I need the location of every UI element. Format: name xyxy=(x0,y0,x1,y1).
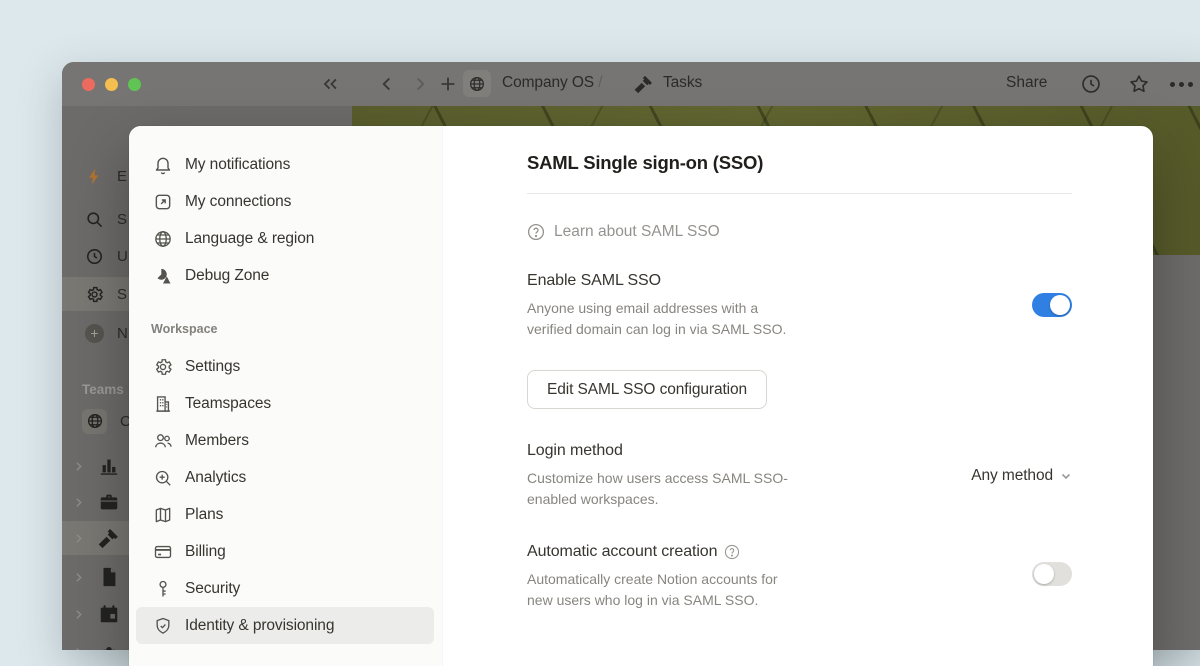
automatic-account-creation-heading: Automatic account creation xyxy=(527,541,799,562)
close-window-button[interactable] xyxy=(82,78,95,91)
share-button[interactable]: Share xyxy=(1006,74,1047,92)
credit-card-icon xyxy=(153,542,173,562)
nav-item-billing[interactable]: Billing xyxy=(136,533,434,570)
shield-check-icon xyxy=(153,616,173,636)
calendar-icon xyxy=(98,603,120,625)
settings-content: SAML Single sign-on (SSO) Learn about SA… xyxy=(443,126,1153,666)
window-topbar: Company OS / Tasks Share xyxy=(62,62,1200,106)
chevron-right-icon xyxy=(72,496,85,509)
shapes-icon xyxy=(153,266,173,286)
back-icon[interactable] xyxy=(376,73,398,95)
nav-item-teamspaces[interactable]: Teamspaces xyxy=(136,385,434,422)
login-method-dropdown[interactable]: Any method xyxy=(971,467,1072,485)
nav-item-security[interactable]: Security xyxy=(136,570,434,607)
gear-icon xyxy=(85,285,104,304)
nav-item-members[interactable]: Members xyxy=(136,422,434,459)
connections-icon xyxy=(153,192,173,212)
breadcrumb-workspace[interactable]: Company OS / xyxy=(502,74,602,92)
briefcase-icon xyxy=(98,491,120,513)
nav-item-my-notifications[interactable]: My notifications xyxy=(136,146,434,183)
enable-saml-description: Anyone using email addresses with a veri… xyxy=(527,298,799,340)
breadcrumb-separator: / xyxy=(598,74,602,91)
chevron-right-icon xyxy=(72,646,85,651)
enable-saml-toggle[interactable] xyxy=(1032,293,1072,317)
help-circle-icon[interactable] xyxy=(724,544,740,560)
nav-item-debug-zone[interactable]: Debug Zone xyxy=(136,257,434,294)
nav-section-workspace: Workspace xyxy=(129,322,442,336)
forward-icon[interactable] xyxy=(409,73,431,95)
zoom-window-button[interactable] xyxy=(128,78,141,91)
globe-icon xyxy=(86,412,104,430)
login-method-description: Customize how users access SAML SSO-enab… xyxy=(527,468,799,510)
teamspaces-section-label: Teams xyxy=(82,382,124,397)
chevron-right-icon xyxy=(72,571,85,584)
building-icon xyxy=(153,394,173,414)
more-ellipsis-icon[interactable] xyxy=(1170,82,1193,87)
favorite-star-icon[interactable] xyxy=(1128,73,1150,95)
search-icon xyxy=(85,210,104,229)
learn-about-saml-link[interactable]: Learn about SAML SSO xyxy=(527,223,1072,241)
chevron-right-icon xyxy=(72,608,85,621)
map-icon xyxy=(153,505,173,525)
automatic-account-creation-section: Automatic account creation Automatically… xyxy=(527,541,1072,611)
analytics-icon xyxy=(153,468,173,488)
members-icon xyxy=(153,431,173,451)
bell-icon xyxy=(153,155,173,175)
nav-item-language-region[interactable]: Language & region xyxy=(136,220,434,257)
breadcrumb-page[interactable]: Tasks xyxy=(663,74,702,92)
nav-item-analytics[interactable]: Analytics xyxy=(136,459,434,496)
nav-item-identity-provisioning[interactable]: Identity & provisioning xyxy=(136,607,434,644)
enable-saml-heading: Enable SAML SSO xyxy=(527,270,799,291)
nav-item-settings[interactable]: Settings xyxy=(136,348,434,385)
tasks-hammer-icon xyxy=(634,74,654,94)
collapse-sidebar-icon[interactable] xyxy=(319,73,341,95)
automatic-account-creation-toggle[interactable] xyxy=(1032,562,1072,586)
people-icon xyxy=(98,641,120,650)
hammer-icon xyxy=(98,527,120,549)
login-method-heading: Login method xyxy=(527,440,799,461)
workspace-initial: E xyxy=(117,168,127,185)
lightning-icon xyxy=(85,167,104,186)
toggle-knob xyxy=(1034,564,1054,584)
key-icon xyxy=(153,579,173,599)
settings-modal: My notifications My connections Language… xyxy=(129,126,1153,666)
chevron-down-icon xyxy=(1060,470,1072,482)
automatic-account-creation-description: Automatically create Notion accounts for… xyxy=(527,569,799,611)
new-page-icon[interactable] xyxy=(437,73,459,95)
divider xyxy=(527,193,1072,194)
chevron-right-icon xyxy=(72,460,85,473)
edit-saml-configuration-button[interactable]: Edit SAML SSO configuration xyxy=(527,370,767,409)
history-clock-icon[interactable] xyxy=(1080,73,1102,95)
nav-item-plans[interactable]: Plans xyxy=(136,496,434,533)
nav-item-my-connections[interactable]: My connections xyxy=(136,183,434,220)
enable-saml-section: Enable SAML SSO Anyone using email addre… xyxy=(527,270,1072,409)
chevron-right-icon xyxy=(72,532,85,545)
workspace-globe-icon[interactable] xyxy=(463,70,491,97)
bar-chart-icon xyxy=(98,455,120,477)
help-circle-icon xyxy=(527,223,545,241)
plus-circle-icon: + xyxy=(85,324,104,343)
minimize-window-button[interactable] xyxy=(105,78,118,91)
clock-icon xyxy=(85,247,104,266)
globe-icon xyxy=(153,229,173,249)
page-title: SAML Single sign-on (SSO) xyxy=(527,152,1072,174)
gear-icon xyxy=(153,357,173,377)
page-icon xyxy=(98,566,120,588)
login-method-section: Login method Customize how users access … xyxy=(527,440,1072,510)
settings-nav: My notifications My connections Language… xyxy=(129,126,443,666)
toggle-knob xyxy=(1050,295,1070,315)
